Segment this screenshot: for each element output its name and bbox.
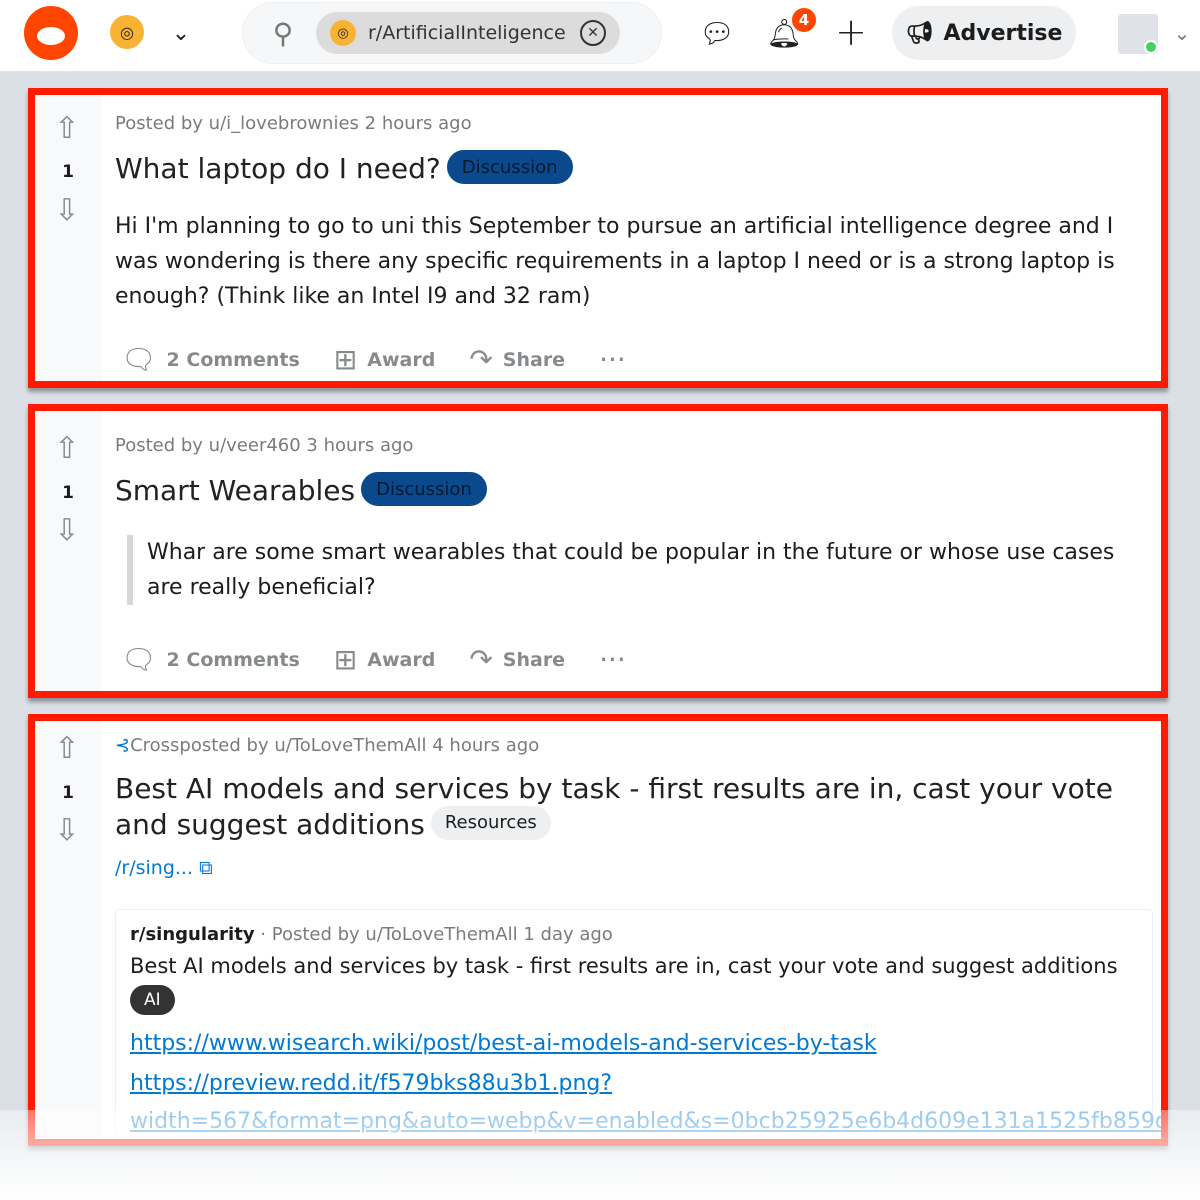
share-label: Share <box>502 648 566 671</box>
vote-score: 1 <box>62 483 74 503</box>
comments-label: 2 Comments <box>166 348 300 371</box>
post-title-text: What laptop do I need? <box>115 152 441 185</box>
award-label: Award <box>367 648 436 671</box>
post-actions: 🗨︎ 2 Comments ⊞ Award ↷ Share ··· <box>121 643 626 676</box>
flair-badge[interactable]: Discussion <box>446 150 573 184</box>
post-card[interactable]: ⇧ 1 ⇩ Posted by u/i_lovebrownies 2 hours… <box>28 88 1168 388</box>
online-status-dot <box>1144 40 1158 54</box>
more-options-button[interactable]: ··· <box>599 343 626 376</box>
community-icon: ◎ <box>330 20 356 46</box>
gift-icon: ⊞ <box>333 643 358 676</box>
vote-column: ⇧ 1 ⇩ <box>35 721 101 1139</box>
plus-icon[interactable]: + <box>832 10 870 54</box>
comments-button[interactable]: 🗨︎ 2 Comments <box>121 643 300 676</box>
award-label: Award <box>367 348 436 371</box>
post-title[interactable]: Best AI models and services by task - fi… <box>115 771 1151 843</box>
vote-column: ⇧ 1 ⇩ <box>35 95 101 381</box>
flair-badge[interactable]: Discussion <box>361 472 487 506</box>
crosspost-flair[interactable]: AI <box>130 985 175 1015</box>
post-meta: Posted by u/veer460 3 hours ago <box>115 435 414 456</box>
crosspost-link[interactable]: https://www.wisearch.wiki/post/best-ai-m… <box>130 1025 1138 1063</box>
comments-button[interactable]: 🗨︎ 2 Comments <box>121 343 300 376</box>
upvote-icon[interactable]: ⇧ <box>52 111 82 146</box>
flair-badge[interactable]: Resources <box>430 806 551 840</box>
comments-label: 2 Comments <box>166 648 300 671</box>
upvote-icon[interactable]: ⇧ <box>52 431 82 466</box>
post-actions: 🗨︎ 2 Comments ⊞ Award ↷ Share ··· <box>121 343 626 376</box>
downvote-icon[interactable]: ⇩ <box>52 813 82 848</box>
share-label: Share <box>502 348 566 371</box>
share-button[interactable]: ↷ Share <box>469 343 565 376</box>
downvote-icon[interactable]: ⇩ <box>52 513 82 548</box>
post-body: Hi I'm planning to go to uni this Septem… <box>115 214 1115 309</box>
external-link-icon: ⧉ <box>199 857 213 879</box>
community-filter-chip[interactable]: ◎ r/ArtificialInteligence ✕ <box>316 12 620 54</box>
post-body-quote: Whar are some smart wearables that could… <box>127 535 1149 605</box>
source-link-text: /r/sing... <box>115 857 194 879</box>
share-button[interactable]: ↷ Share <box>469 643 565 676</box>
advertise-label: Advertise <box>943 20 1063 46</box>
crosspost-icon: ⊰ <box>115 735 131 756</box>
post-meta-text: Crossposted by u/ToLoveThemAll 4 hours a… <box>130 735 540 756</box>
chevron-down-icon[interactable]: ⌄ <box>166 16 196 50</box>
post-card[interactable]: ⇧ 1 ⇩ ⊰Crossposted by u/ToLoveThemAll 4 … <box>28 714 1168 1146</box>
crosspost-title[interactable]: Best AI models and services by task - fi… <box>130 951 1138 981</box>
post-title[interactable]: Smart Wearables Discussion <box>115 472 487 509</box>
megaphone-icon: 📢︎ <box>905 20 934 46</box>
post-title[interactable]: What laptop do I need? Discussion <box>115 150 573 187</box>
vote-score: 1 <box>62 783 74 803</box>
community-icon[interactable]: ◎ <box>110 15 144 49</box>
post-title-text: Smart Wearables <box>115 474 356 507</box>
award-button[interactable]: ⊞ Award <box>334 343 436 376</box>
award-button[interactable]: ⊞ Award <box>334 643 436 676</box>
downvote-icon[interactable]: ⇩ <box>52 193 82 228</box>
more-options-button[interactable]: ··· <box>599 643 626 676</box>
upvote-icon[interactable]: ⇧ <box>52 731 82 766</box>
search-icon: ⚲ <box>272 16 294 50</box>
vote-column: ⇧ 1 ⇩ <box>35 411 101 691</box>
post-meta: Posted by u/i_lovebrownies 2 hours ago <box>115 113 472 134</box>
more-icon: ··· <box>599 343 626 376</box>
notification-badge: 4 <box>790 6 818 34</box>
crosspost-meta: r/singularity · Posted by u/ToLoveThemAl… <box>130 924 1138 945</box>
preview-link[interactable]: https://preview.redd.it/f579bks88u3b1.pn… <box>130 1065 1138 1103</box>
crosspost-meta-text: · Posted by u/ToLoveThemAll 1 day ago <box>260 924 613 945</box>
advertise-button[interactable]: 📢︎ Advertise <box>892 6 1076 60</box>
chevron-down-icon[interactable]: ⌄ <box>1168 16 1196 50</box>
reddit-logo-icon[interactable] <box>24 6 78 60</box>
clear-filter-icon[interactable]: ✕ <box>580 20 606 46</box>
post-meta: ⊰Crossposted by u/ToLoveThemAll 4 hours … <box>115 735 539 756</box>
share-icon: ↷ <box>469 343 493 376</box>
more-icon: ··· <box>599 643 626 676</box>
comment-icon: 🗨︎ <box>121 343 157 376</box>
community-chip-label: r/ArtificialInteligence <box>368 22 566 44</box>
crosspost-subreddit[interactable]: r/singularity <box>130 924 255 945</box>
chat-icon[interactable]: 💬︎ <box>698 14 736 52</box>
comment-icon: 🗨︎ <box>121 643 157 676</box>
gift-icon: ⊞ <box>333 343 358 376</box>
top-bar: ◎ ⌄ ⚲ ◎ r/ArtificialInteligence ✕ 💬︎ 🔔︎ … <box>0 0 1200 72</box>
bottom-fade <box>0 1110 1200 1200</box>
post-card[interactable]: ⇧ 1 ⇩ Posted by u/veer460 3 hours ago Sm… <box>28 404 1168 698</box>
crosspost-source-link[interactable]: /r/sing... ⧉ <box>115 857 213 879</box>
post-title-text: Best AI models and services by task - fi… <box>115 772 1113 841</box>
share-icon: ↷ <box>469 643 493 676</box>
vote-score: 1 <box>62 162 74 182</box>
